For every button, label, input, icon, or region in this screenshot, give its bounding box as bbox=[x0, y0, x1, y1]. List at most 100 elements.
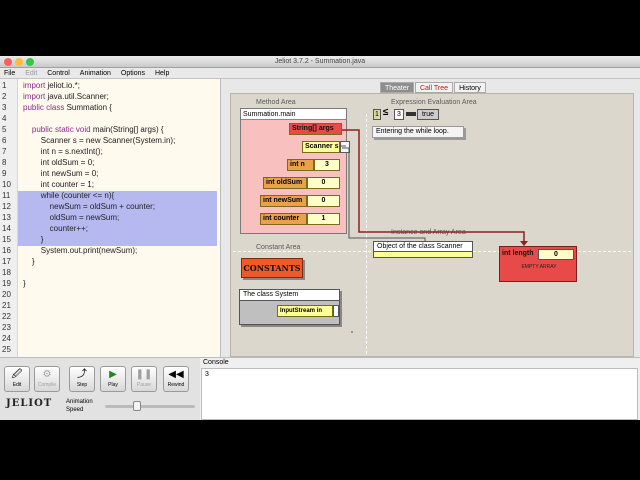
code-line[interactable]: 9 int newSum = 0; bbox=[0, 168, 220, 179]
title-bar: Jeliot 3.7.2 - Summation.java bbox=[0, 56, 640, 68]
code-line[interactable]: 24 bbox=[0, 333, 220, 344]
step-button[interactable]: ⤴ Step bbox=[69, 366, 95, 392]
compile-icon: ⚙ bbox=[42, 369, 52, 380]
array-length-label: int length bbox=[502, 250, 534, 257]
code-text: System.out.print(newSum); bbox=[23, 246, 138, 255]
rewind-icon: ◀◀ bbox=[168, 369, 184, 380]
line-number: 16 bbox=[2, 246, 11, 255]
expr-operator: ≤ bbox=[383, 107, 389, 118]
code-line[interactable]: 23 bbox=[0, 322, 220, 333]
minimize-window-button[interactable] bbox=[15, 58, 23, 66]
code-text: while (counter <= n){ bbox=[23, 191, 115, 200]
code-line[interactable]: 12 newSum = oldSum + counter; bbox=[0, 201, 220, 212]
line-number: 12 bbox=[2, 202, 11, 211]
empty-array-label: EMPTY ARRAY bbox=[521, 264, 557, 270]
line-number: 10 bbox=[2, 180, 11, 189]
menu-options[interactable]: Options bbox=[117, 68, 149, 79]
code-line[interactable]: 15 } bbox=[0, 234, 220, 245]
line-number: 17 bbox=[2, 257, 11, 266]
code-text: } bbox=[23, 257, 35, 266]
menu-edit[interactable]: Edit bbox=[21, 68, 41, 79]
animation-speed-slider[interactable] bbox=[105, 405, 195, 408]
window-title: Jeliot 3.7.2 - Summation.java bbox=[274, 58, 366, 65]
line-number: 24 bbox=[2, 334, 11, 343]
code-text: int newSum = 0; bbox=[23, 169, 99, 178]
menu-file[interactable]: File bbox=[0, 68, 19, 79]
console-panel: Console 3 bbox=[200, 357, 640, 420]
code-editor[interactable]: 1 import jeliot.io.*; 2 import java.util.Sc… bbox=[0, 79, 221, 357]
play-button[interactable]: ▶ Play bbox=[100, 366, 126, 392]
app-window: 1 import jeliot.io.*; 2 import java.util.Sc… bbox=[0, 79, 640, 420]
code-line[interactable]: 21 bbox=[0, 300, 220, 311]
rewind-button[interactable]: ◀◀ Rewind bbox=[163, 366, 189, 392]
code-text: newSum = oldSum + counter; bbox=[23, 202, 156, 211]
menu-animation[interactable]: Animation bbox=[76, 68, 115, 79]
code-line[interactable]: 4 bbox=[0, 113, 220, 124]
code-line[interactable]: 7 int n = s.nextInt(); bbox=[0, 146, 220, 157]
expr-result: true bbox=[417, 109, 439, 120]
code-text: int n = s.nextInt(); bbox=[23, 147, 103, 156]
tab-call-tree[interactable]: Call Tree bbox=[415, 82, 453, 93]
code-text: } bbox=[23, 235, 44, 244]
close-window-button[interactable] bbox=[4, 58, 12, 66]
system-in-field: InputStream in bbox=[277, 305, 333, 317]
line-number: 1 bbox=[2, 81, 7, 90]
line-number: 21 bbox=[2, 301, 11, 310]
zoom-window-button[interactable] bbox=[26, 58, 34, 66]
tab-history[interactable]: History bbox=[454, 82, 486, 93]
scanner-object-body bbox=[373, 252, 473, 258]
code-line[interactable]: 18 bbox=[0, 267, 220, 278]
line-number: 11 bbox=[2, 191, 11, 200]
class-system: The class System InputStream in bbox=[239, 289, 340, 325]
code-line[interactable]: 1 import jeliot.io.*; bbox=[0, 80, 220, 91]
animation-speed-label: Animation Speed bbox=[66, 399, 93, 413]
expr-right: 3 bbox=[394, 109, 404, 120]
code-line[interactable]: 13 oldSum = newSum; bbox=[0, 212, 220, 223]
menu-bar: File Edit Control Animation Options Help bbox=[0, 68, 640, 79]
code-line[interactable]: 2 import java.util.Scanner; bbox=[0, 91, 220, 102]
code-line[interactable]: 17 } bbox=[0, 256, 220, 267]
code-text: } bbox=[23, 279, 26, 288]
menu-help[interactable]: Help bbox=[151, 68, 173, 79]
line-number: 15 bbox=[2, 235, 11, 244]
line-number: 3 bbox=[2, 103, 7, 112]
code-line[interactable]: 25 bbox=[0, 344, 220, 355]
jeliot-logo: JELIOT bbox=[6, 398, 53, 409]
animation-speed-thumb[interactable] bbox=[133, 401, 141, 411]
code-line[interactable]: 14 counter++; bbox=[0, 223, 220, 234]
tab-theater[interactable]: Theater bbox=[380, 82, 414, 93]
line-number: 13 bbox=[2, 213, 11, 222]
line-number: 25 bbox=[2, 345, 11, 354]
code-text: import java.util.Scanner; bbox=[23, 92, 109, 101]
menu-control[interactable]: Control bbox=[43, 68, 74, 79]
theater-panel: Method Area Expression Evaluation Area I… bbox=[230, 93, 634, 357]
code-text: oldSum = newSum; bbox=[23, 213, 120, 222]
code-line[interactable]: 11 while (counter <= n){ bbox=[0, 190, 220, 201]
expr-left: 1 bbox=[373, 109, 381, 120]
pause-button[interactable]: ❚❚ Pause bbox=[131, 366, 157, 392]
line-number: 18 bbox=[2, 268, 11, 277]
code-line[interactable]: 8 int oldSum = 0; bbox=[0, 157, 220, 168]
edit-button[interactable]: 🖉 Edit bbox=[4, 366, 30, 392]
code-line[interactable]: 10 int counter = 1; bbox=[0, 179, 220, 190]
code-text: int oldSum = 0; bbox=[23, 158, 95, 167]
code-text: int counter = 1; bbox=[23, 180, 94, 189]
code-line[interactable]: 3 public class Summation { bbox=[0, 102, 220, 113]
code-line[interactable]: 16 System.out.print(newSum); bbox=[0, 245, 220, 256]
line-number: 6 bbox=[2, 136, 7, 145]
compile-button[interactable]: ⚙ Compile bbox=[34, 366, 60, 392]
code-line[interactable]: 5 public static void main(String[] args)… bbox=[0, 124, 220, 135]
expr-equals bbox=[406, 112, 416, 116]
pause-icon: ❚❚ bbox=[135, 369, 153, 380]
code-line[interactable]: 20 bbox=[0, 289, 220, 300]
code-text: public static void main(String[] args) { bbox=[31, 125, 164, 134]
code-line[interactable]: 22 bbox=[0, 311, 220, 322]
code-text: Scanner s = new Scanner(System.in); bbox=[23, 136, 176, 145]
code-line[interactable]: 6 Scanner s = new Scanner(System.in); bbox=[0, 135, 220, 146]
code-line[interactable]: 19} bbox=[0, 278, 220, 289]
line-number: 2 bbox=[2, 92, 7, 101]
control-bar: 🖉 Edit ⚙ Compile ⤴ Step ▶ Play ❚❚ Pause ◀◀ Rew… bbox=[0, 357, 200, 420]
code-text: public class Summation { bbox=[23, 103, 112, 112]
console-output[interactable]: 3 bbox=[201, 368, 638, 420]
line-number: 9 bbox=[2, 169, 7, 178]
